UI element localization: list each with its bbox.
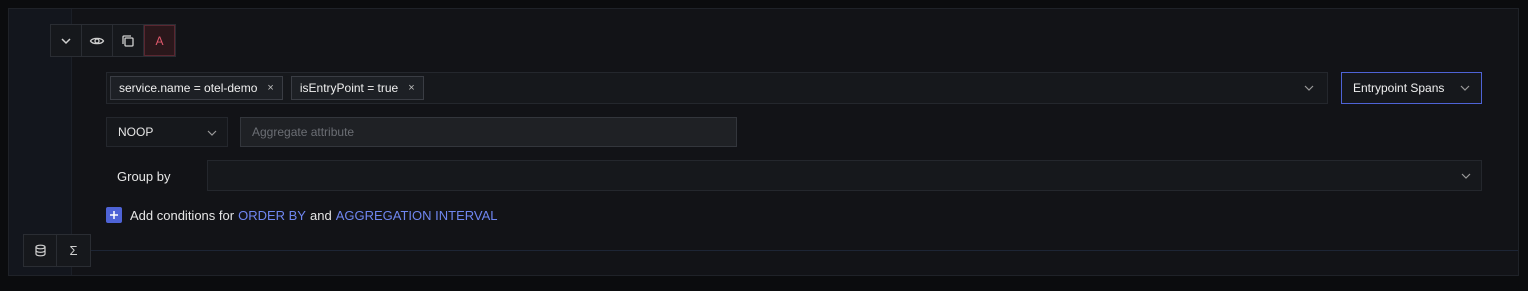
- span-type-select[interactable]: Entrypoint Spans: [1341, 72, 1482, 104]
- group-by-select[interactable]: [207, 160, 1482, 191]
- filter-tag-label: isEntryPoint = true: [299, 81, 399, 95]
- add-conditions-button[interactable]: [106, 207, 122, 223]
- and-text: and: [309, 207, 332, 223]
- remove-tag-icon[interactable]: ×: [267, 82, 273, 94]
- add-formula-button[interactable]: Σ: [57, 235, 90, 266]
- divider: [71, 250, 1518, 251]
- chevron-down-icon: [207, 130, 217, 136]
- aggregate-operator-value: NOOP: [118, 125, 154, 139]
- filter-tag[interactable]: service.name = otel-demo ×: [110, 76, 283, 100]
- plus-icon: [110, 211, 118, 219]
- aggregate-attribute-placeholder: Aggregate attribute: [252, 125, 355, 139]
- collapse-button[interactable]: [51, 25, 82, 56]
- filter-search-bar[interactable]: service.name = otel-demo × isEntryPoint …: [106, 72, 1328, 104]
- add-conditions-row: Add conditions for ORDER BY and AGGREGAT…: [106, 207, 498, 223]
- toggle-visibility-button[interactable]: [82, 25, 113, 56]
- query-type-toolbar: Σ: [23, 234, 91, 267]
- chevron-down-icon: [1460, 85, 1470, 91]
- query-builder-panel: [8, 8, 1519, 276]
- eye-icon: [89, 37, 105, 44]
- filter-tag-label: service.name = otel-demo: [119, 81, 258, 95]
- aggregate-operator-select[interactable]: NOOP: [106, 117, 228, 147]
- group-by-label: Group by: [117, 169, 171, 184]
- chevron-down-icon: [1461, 173, 1471, 179]
- filter-tag[interactable]: isEntryPoint = true ×: [290, 76, 424, 100]
- chevron-down-icon[interactable]: [1303, 82, 1315, 94]
- duplicate-query-button[interactable]: [113, 25, 144, 56]
- chevron-down-icon: [61, 37, 71, 44]
- copy-icon: [122, 34, 134, 47]
- sigma-icon: Σ: [69, 243, 78, 258]
- add-query-button[interactable]: [24, 235, 57, 266]
- aggregate-attribute-input[interactable]: Aggregate attribute: [240, 117, 737, 147]
- query-label-badge[interactable]: A: [144, 25, 175, 56]
- span-type-value: Entrypoint Spans: [1353, 81, 1445, 95]
- add-conditions-text: Add conditions for: [130, 207, 235, 223]
- query-toolbar: A: [50, 24, 176, 57]
- aggregation-interval-link[interactable]: AGGREGATION INTERVAL: [336, 208, 498, 223]
- remove-tag-icon[interactable]: ×: [408, 82, 414, 94]
- order-by-link[interactable]: ORDER BY: [238, 208, 306, 223]
- database-icon: [34, 244, 46, 257]
